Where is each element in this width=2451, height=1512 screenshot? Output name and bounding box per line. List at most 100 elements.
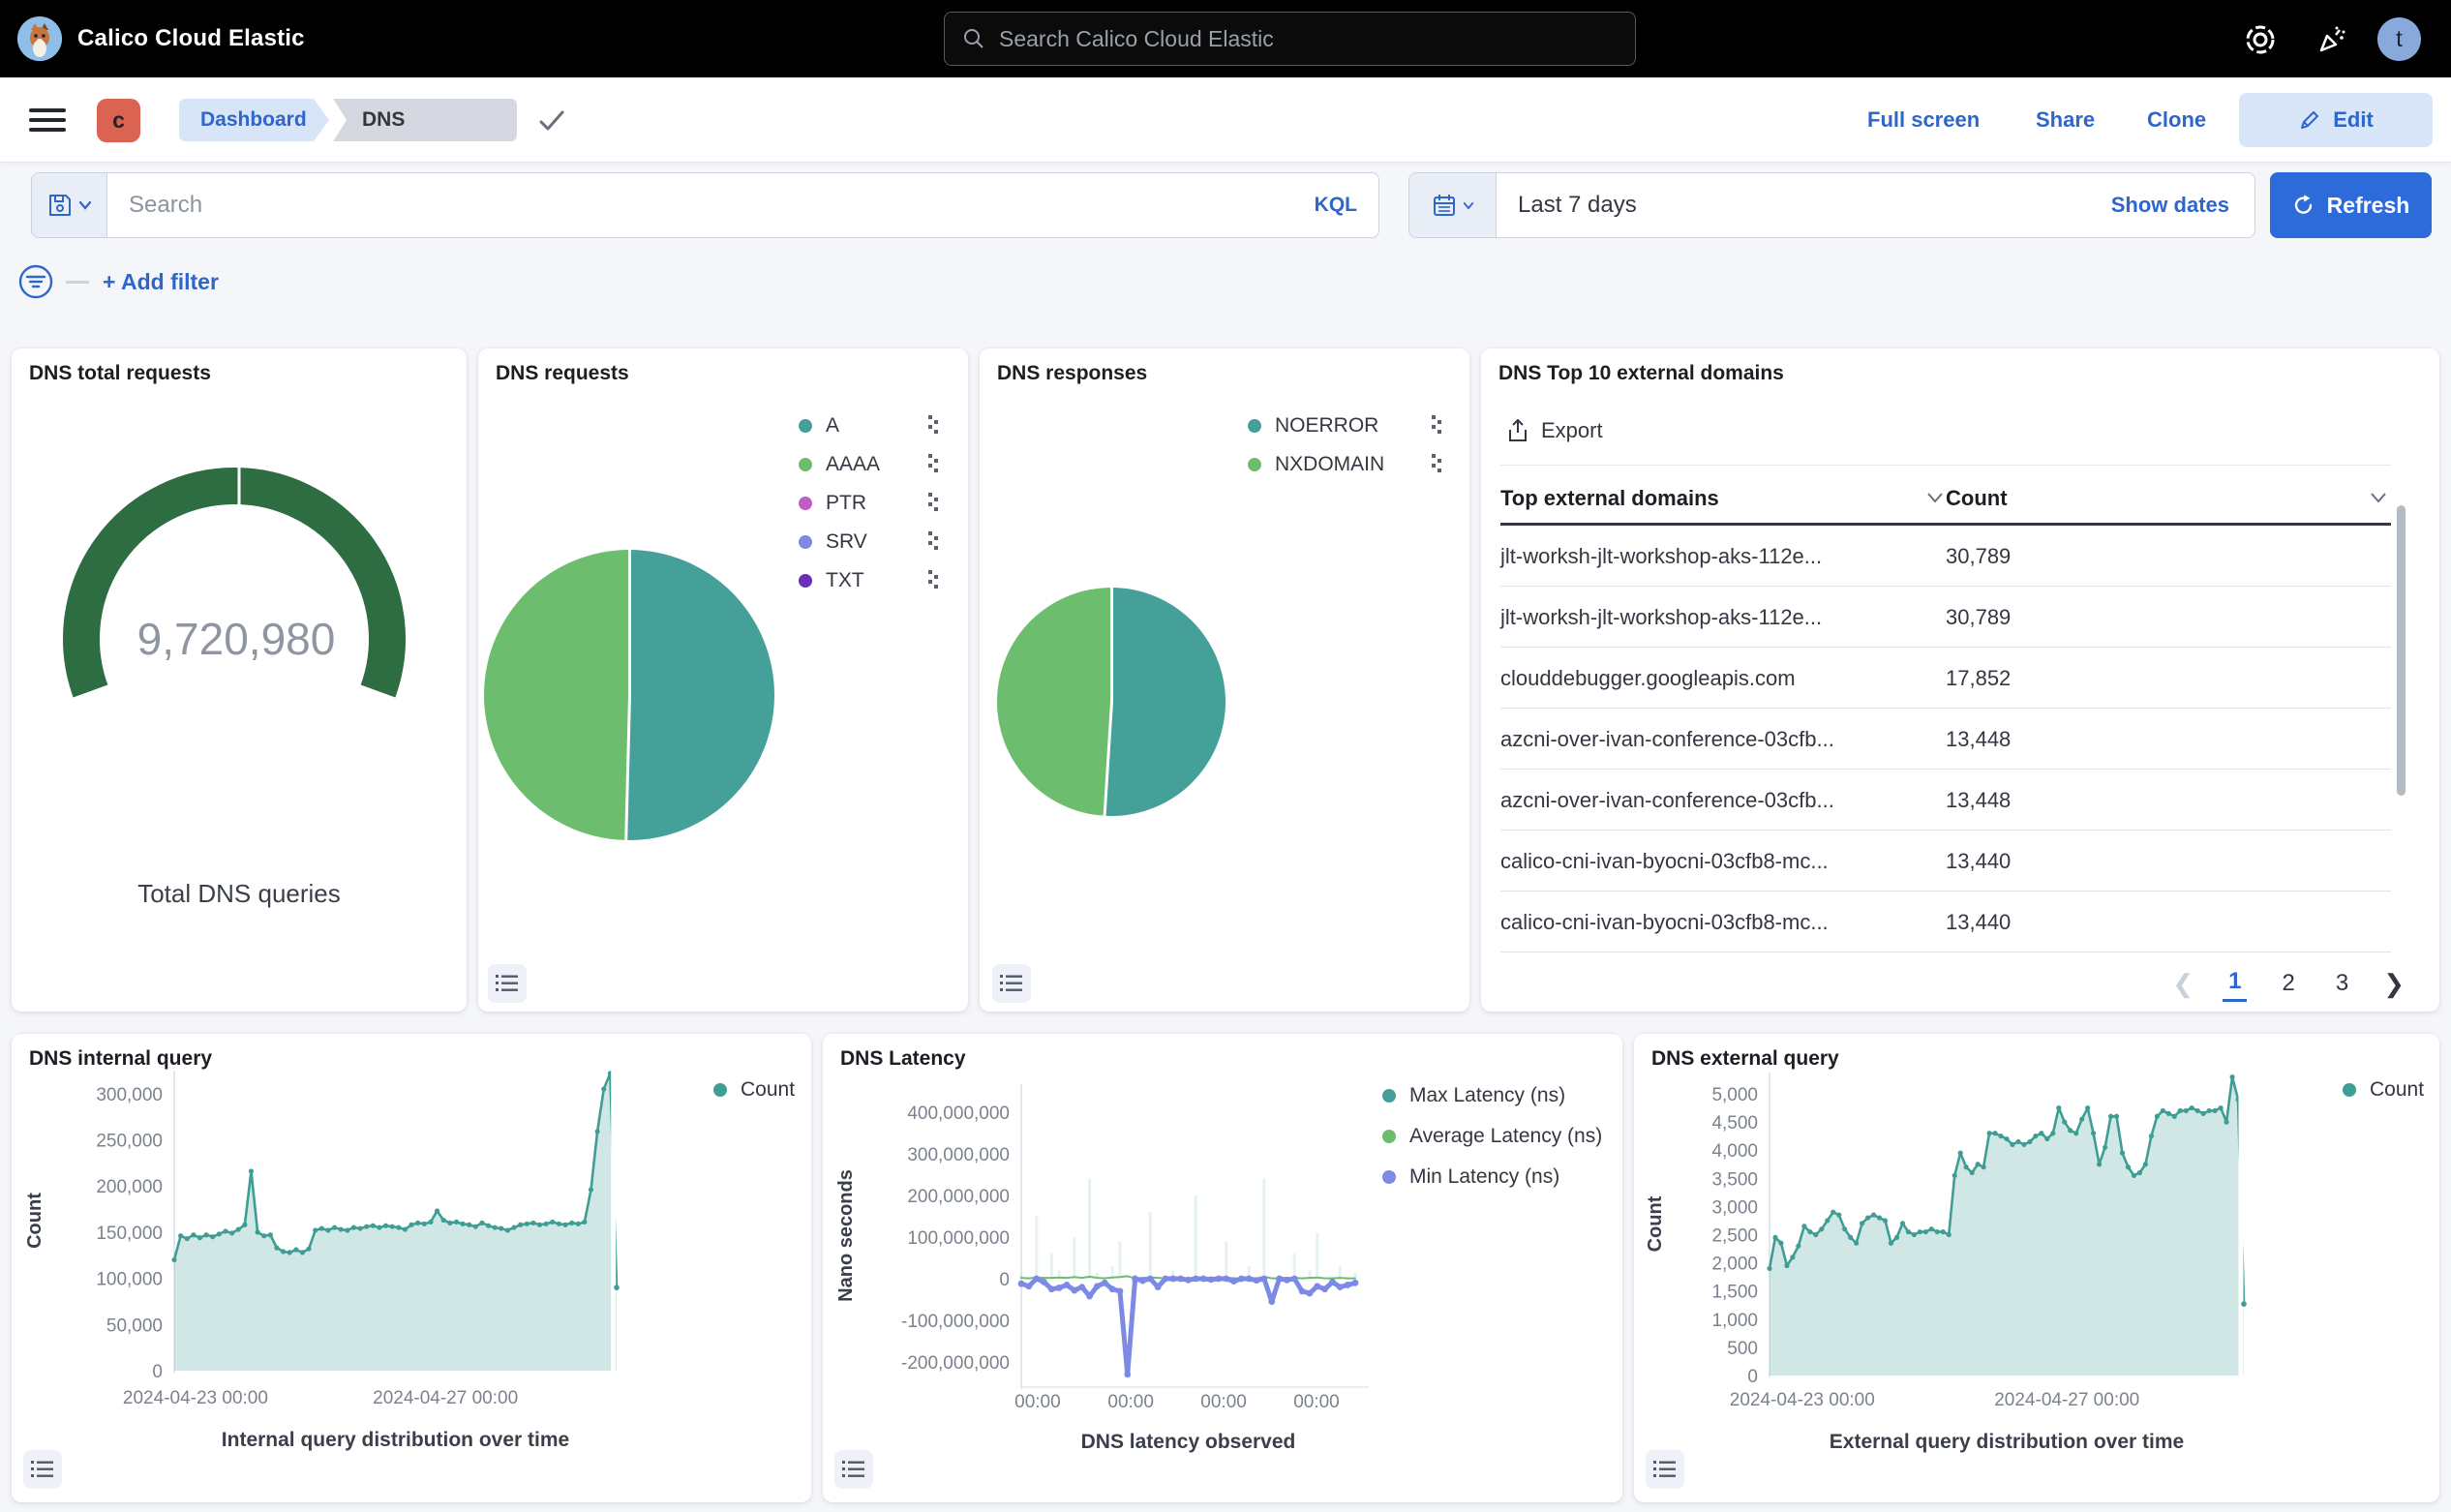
query-search-input[interactable]: [107, 192, 1315, 219]
panel-legend-toggle-button[interactable]: [1646, 1450, 1684, 1489]
legend-item-nxdomain[interactable]: NXDOMAIN: [1248, 453, 1384, 476]
panel-legend-toggle-button[interactable]: [834, 1450, 873, 1489]
svg-text:3,000: 3,000: [1711, 1197, 1758, 1218]
table-row[interactable]: calico-cni-ivan-byocni-03cfb8-mc...13,44…: [1500, 892, 2391, 953]
panel-title: DNS requests: [496, 362, 629, 385]
next-page-icon[interactable]: ❯: [2383, 971, 2405, 996]
page-button-1[interactable]: 1: [2223, 964, 2247, 1002]
global-search-input[interactable]: [999, 26, 1599, 52]
panel-legend-toggle-button[interactable]: [992, 964, 1031, 1003]
edit-button[interactable]: Edit: [2239, 93, 2433, 147]
legend-item-min-latency[interactable]: Min Latency (ns): [1382, 1165, 1559, 1189]
legend-item-max-latency[interactable]: Max Latency (ns): [1382, 1084, 1565, 1107]
calendar-menu[interactable]: [1409, 173, 1497, 237]
svg-text:Internal query distribution ov: Internal query distribution over time: [222, 1429, 569, 1451]
panel-title: DNS external query: [1651, 1047, 1839, 1071]
table-scrollbar[interactable]: [2397, 505, 2406, 796]
previous-page-icon[interactable]: ❮: [2172, 971, 2194, 996]
external-query-area-chart[interactable]: 05001,0001,5002,0002,5003,0003,5004,0004…: [1634, 1034, 2439, 1502]
legend-item-average-latency[interactable]: Average Latency (ns): [1382, 1125, 1602, 1148]
filter-icon[interactable]: [17, 263, 54, 300]
table-header: Top external domains Count: [1500, 476, 2391, 523]
column-sort-chevron-icon[interactable]: [1926, 492, 1944, 503]
legend-swatch: [799, 419, 812, 433]
column-header-count[interactable]: Count: [1946, 486, 2008, 511]
column-header-domains[interactable]: Top external domains: [1500, 486, 1719, 511]
svg-text:DNS latency observed: DNS latency observed: [1081, 1431, 1296, 1453]
time-range-picker[interactable]: Last 7 days Show dates: [1408, 172, 2255, 238]
table-row[interactable]: azcni-over-ivan-conference-03cfb...13,44…: [1500, 770, 2391, 831]
legend-item-noerror[interactable]: NOERROR: [1248, 414, 1378, 438]
add-filter-button[interactable]: + Add filter: [103, 269, 219, 295]
svg-text:3,500: 3,500: [1711, 1169, 1758, 1190]
svg-text:500: 500: [1727, 1339, 1758, 1359]
legend-actions-icon[interactable]: [927, 453, 939, 474]
table-row[interactable]: jlt-worksh-jlt-workshop-aks-112e...30,78…: [1500, 587, 2391, 648]
share-link[interactable]: Share: [2036, 77, 2095, 163]
legend-item-count[interactable]: Count: [2343, 1078, 2424, 1102]
legend-actions-icon[interactable]: [927, 530, 939, 552]
time-range-value[interactable]: Last 7 days: [1497, 192, 2111, 219]
page-button-3[interactable]: 3: [2330, 966, 2354, 1001]
show-dates-link[interactable]: Show dates: [2111, 193, 2254, 218]
legend-item-txt[interactable]: TXT: [799, 569, 864, 592]
global-search[interactable]: [944, 12, 1636, 66]
legend-item-a[interactable]: A: [799, 414, 839, 438]
saved-query-menu[interactable]: [32, 173, 107, 237]
legend-swatch: [799, 458, 812, 471]
dashboard-screen: Calico Cloud Elastic t c Dashboard DNS D…: [0, 0, 2451, 1512]
help-icon[interactable]: [2244, 23, 2277, 56]
legend-item-ptr[interactable]: PTR: [799, 492, 866, 515]
list-icon: [31, 1460, 54, 1479]
menu-hamburger-icon[interactable]: [29, 103, 66, 137]
legend-actions-icon[interactable]: [927, 569, 939, 590]
panel-legend-toggle-button[interactable]: [488, 964, 527, 1003]
table-row[interactable]: clouddebugger.googleapis.com17,852: [1500, 648, 2391, 709]
refresh-button[interactable]: Refresh: [2270, 172, 2432, 238]
whats-new-party-popper-icon[interactable]: [2315, 23, 2348, 56]
kql-syntax-button[interactable]: KQL: [1315, 194, 1378, 217]
legend-actions-icon[interactable]: [927, 414, 939, 436]
dns-requests-pie-chart[interactable]: [484, 550, 774, 840]
list-icon: [1653, 1460, 1677, 1479]
table-row[interactable]: azcni-over-ivan-conference-03cfb...13,44…: [1500, 709, 2391, 770]
panel-legend-toggle-button[interactable]: [23, 1450, 62, 1489]
table-row[interactable]: calico-cni-ivan-byocni-03cfb8-mc...13,44…: [1500, 831, 2391, 892]
legend-swatch: [713, 1083, 727, 1097]
refresh-icon: [2292, 194, 2315, 217]
user-avatar[interactable]: t: [2377, 17, 2421, 61]
svg-text:300,000: 300,000: [96, 1085, 163, 1105]
space-badge[interactable]: c: [97, 99, 140, 142]
legend-item-aaaa[interactable]: AAAA: [799, 453, 880, 476]
page-button-2[interactable]: 2: [2276, 966, 2300, 1001]
kql-search-bar[interactable]: KQL: [31, 172, 1379, 238]
dns-responses-pie-chart[interactable]: [997, 588, 1226, 816]
saved-check-icon[interactable]: [537, 108, 566, 134]
breadcrumb-dashboard[interactable]: Dashboard: [179, 99, 329, 141]
legend-actions-icon[interactable]: [1431, 414, 1442, 436]
svg-text:00:00: 00:00: [1107, 1392, 1154, 1412]
app-header: Calico Cloud Elastic t: [0, 0, 2451, 77]
svg-text:1,000: 1,000: [1711, 1311, 1758, 1331]
internal-query-area-chart[interactable]: 050,000100,000150,000200,000250,000300,0…: [12, 1034, 811, 1502]
legend-item-count[interactable]: Count: [713, 1078, 795, 1102]
panel-top-external-domains: DNS Top 10 external domains Export Top e…: [1481, 348, 2439, 1012]
panel-title: DNS Top 10 external domains: [1498, 362, 1784, 385]
legend-swatch: [799, 574, 812, 588]
list-icon: [842, 1460, 865, 1479]
calico-logo[interactable]: [17, 16, 62, 61]
panel-title: DNS internal query: [29, 1047, 212, 1071]
panel-dns-responses: DNS responses NOERROR NXDOMAIN: [980, 348, 1469, 1012]
legend-actions-icon[interactable]: [927, 492, 939, 513]
legend-item-srv[interactable]: SRV: [799, 530, 867, 554]
legend-swatch: [1382, 1089, 1396, 1103]
legend-actions-icon[interactable]: [1431, 453, 1442, 474]
column-sort-chevron-icon[interactable]: [2370, 492, 2387, 503]
table-row[interactable]: jlt-worksh-jlt-workshop-aks-112e...30,78…: [1500, 526, 2391, 587]
clone-link[interactable]: Clone: [2147, 77, 2206, 163]
pie-slice-divider: [1110, 588, 1113, 702]
export-button[interactable]: Export: [1506, 418, 1603, 443]
full-screen-link[interactable]: Full screen: [1867, 77, 1980, 163]
panel-title: DNS Latency: [840, 1047, 966, 1071]
legend-swatch: [2343, 1083, 2356, 1097]
